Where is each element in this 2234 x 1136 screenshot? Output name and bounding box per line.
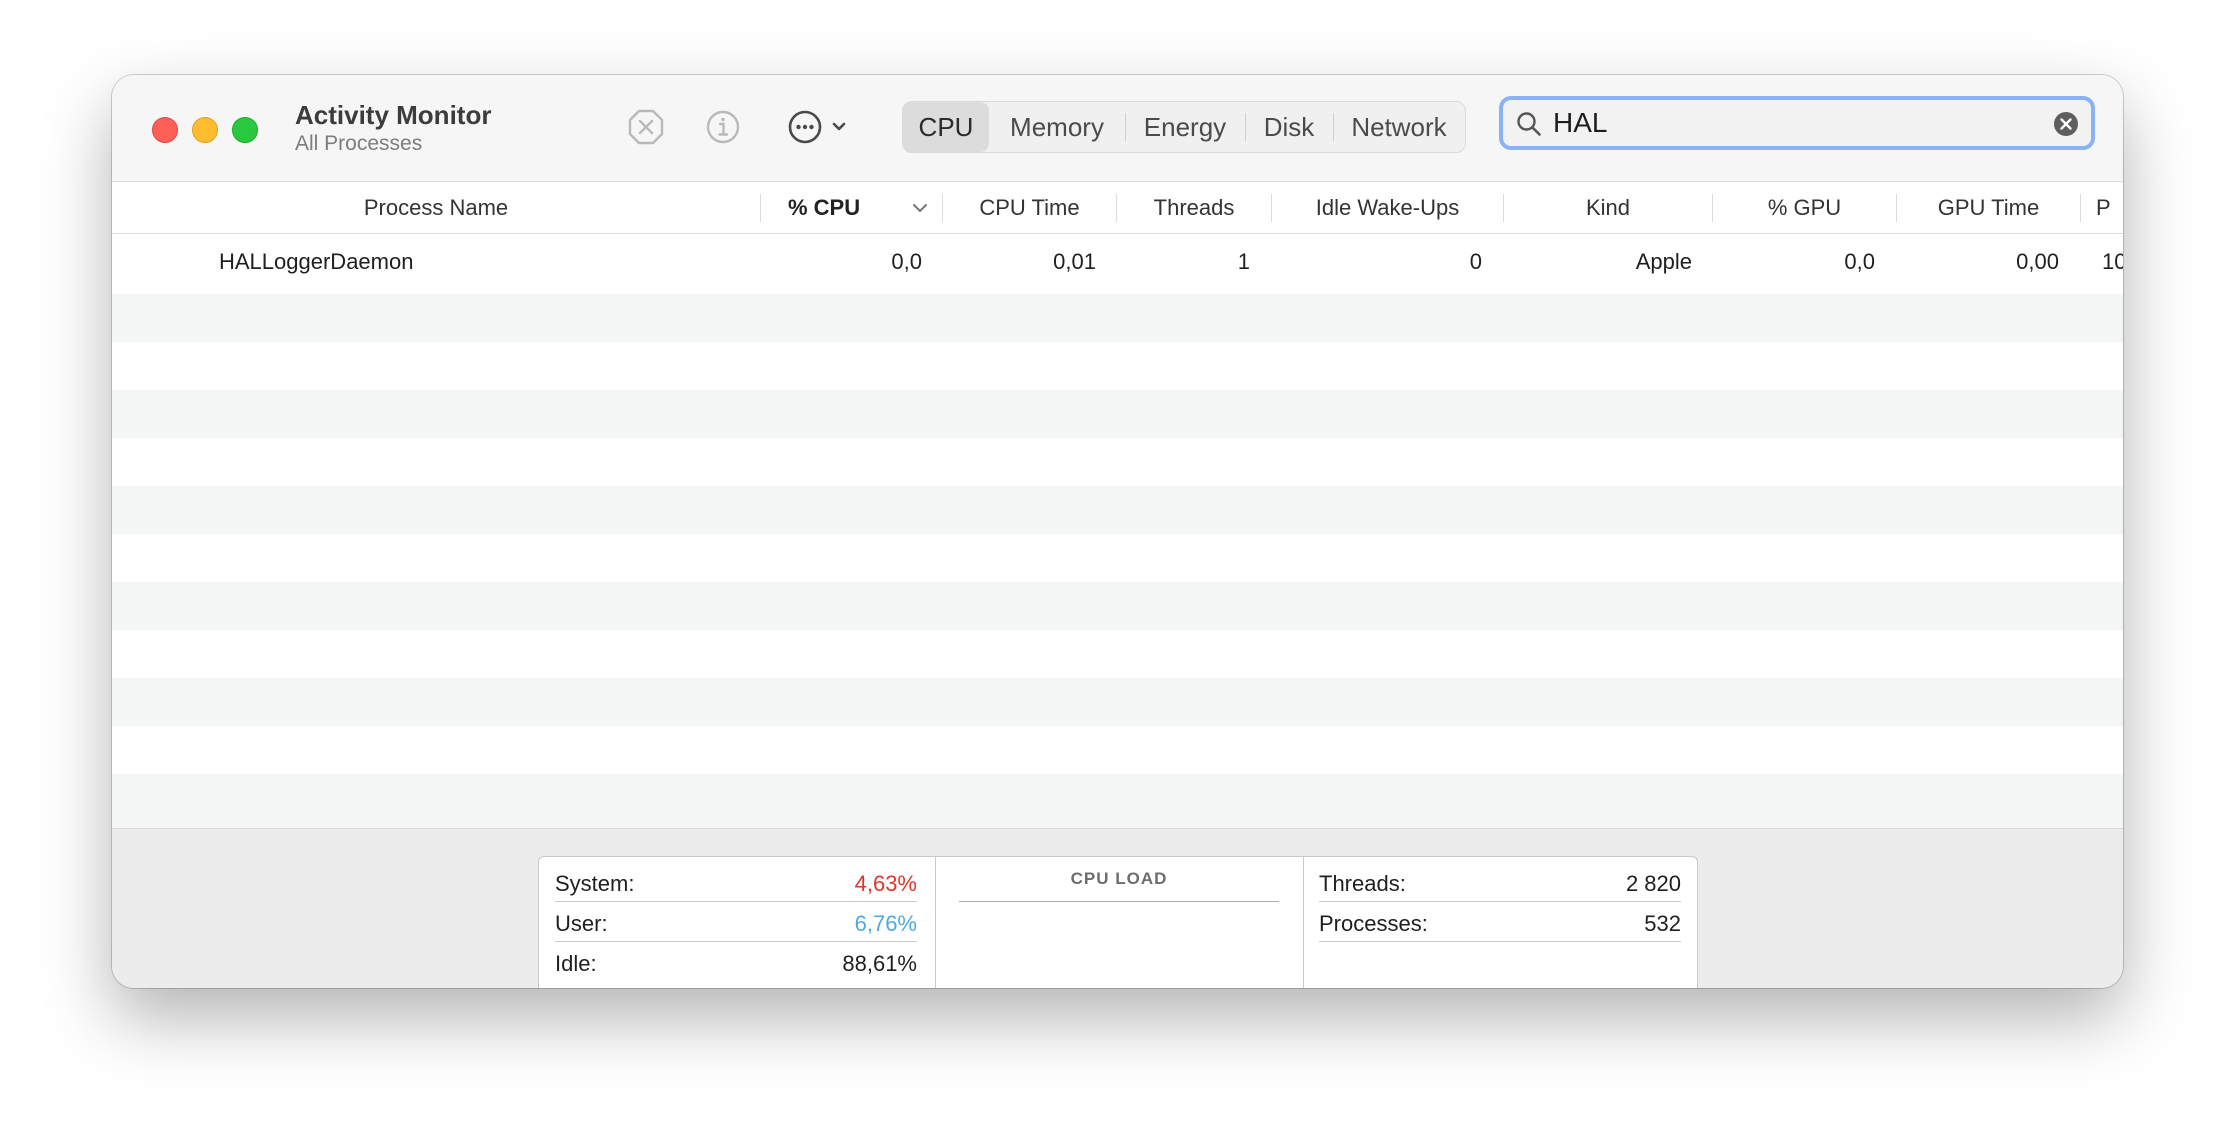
idle-value: 88,61% [842, 951, 917, 976]
empty-row [112, 486, 2123, 534]
cell-kind: Apple [1635, 249, 1692, 274]
close-window-button[interactable] [152, 117, 178, 143]
cell-process-name: HALLoggerDaemon [219, 249, 414, 274]
view-tabs: CPU Memory Energy Disk Network [902, 101, 1466, 153]
toolbar: Activity Monitor All Processes CPU Memor… [112, 75, 2123, 182]
cell-gpu-time: 0,00 [2016, 249, 2059, 274]
empty-row [112, 534, 2123, 582]
more-options-icon [788, 110, 846, 144]
cell-idle-wake-ups: 0 [1469, 249, 1482, 274]
cpu-load-title: CPU LOAD [1070, 869, 1168, 888]
cpu-usage-panel: System: 4,63% User: 6,76% Idle: 88,61% [539, 857, 936, 988]
table-header: Process Name % CPU CPU Time Threads Idle… [112, 182, 2123, 234]
column-header-threads[interactable]: Threads [1117, 182, 1271, 233]
system-label: System: [555, 871, 635, 896]
table-row[interactable]: HALLoggerDaemon 0,0 0,01 1 0 Apple 0,0 0… [112, 234, 2123, 282]
column-header-pid[interactable]: P [2096, 182, 2123, 233]
tab-energy[interactable]: Energy [1125, 102, 1245, 152]
threads-stat: Threads: 2 820 [1319, 861, 1681, 902]
cell-threads: 1 [1237, 249, 1250, 274]
empty-row [112, 582, 2123, 630]
cell-cpu-percent: 0,0 [891, 249, 922, 274]
tab-network[interactable]: Network [1333, 102, 1465, 152]
cpu-stats-box: System: 4,63% User: 6,76% Idle: 88,61% C… [538, 856, 1698, 988]
column-header-cpu-time[interactable]: CPU Time [943, 182, 1116, 233]
inspect-process-button[interactable] [703, 107, 743, 147]
empty-row [112, 342, 2123, 390]
minimize-window-button[interactable] [192, 117, 218, 143]
column-header-gpu-percent[interactable]: % GPU [1713, 182, 1896, 233]
column-divider[interactable] [760, 194, 761, 222]
empty-row [112, 774, 2123, 828]
column-header-process-name[interactable]: Process Name [112, 182, 760, 233]
column-header-kind[interactable]: Kind [1504, 182, 1712, 233]
processes-stat: Processes: 532 [1319, 901, 1681, 942]
search-field[interactable] [1499, 96, 2095, 150]
search-input[interactable] [1553, 100, 2033, 146]
stop-process-button[interactable] [626, 107, 666, 147]
system-value: 4,63% [854, 871, 917, 896]
threads-label: Threads: [1319, 871, 1406, 896]
cpu-load-divider [959, 901, 1279, 902]
cell-gpu-percent: 0,0 [1844, 249, 1875, 274]
idle-stat: Idle: 88,61% [555, 941, 917, 981]
column-divider[interactable] [2080, 194, 2081, 222]
cpu-load-panel: CPU LOAD [935, 857, 1304, 988]
cpu-load-graph [939, 963, 1297, 988]
clear-search-icon[interactable] [2053, 111, 2079, 137]
empty-row [112, 390, 2123, 438]
user-stat: User: 6,76% [555, 901, 917, 942]
processes-value: 532 [1644, 911, 1681, 936]
system-stat: System: 4,63% [555, 861, 917, 902]
process-count-panel: Threads: 2 820 Processes: 532 [1303, 857, 1697, 988]
stats-area: System: 4,63% User: 6,76% Idle: 88,61% C… [112, 828, 2123, 988]
idle-label: Idle: [555, 951, 597, 976]
user-label: User: [555, 911, 608, 936]
info-icon [706, 110, 740, 144]
magnifier-icon [1517, 112, 1541, 136]
column-header-idle-wake-ups[interactable]: Idle Wake-Ups [1272, 182, 1503, 233]
window-title: Activity Monitor [295, 100, 492, 130]
stop-process-icon [628, 109, 664, 145]
more-options-button[interactable] [785, 107, 857, 147]
threads-value: 2 820 [1625, 871, 1681, 896]
user-value: 6,76% [854, 911, 917, 936]
processes-label: Processes: [1319, 911, 1428, 936]
process-table: HALLoggerDaemon 0,0 0,01 1 0 Apple 0,0 0… [112, 234, 2123, 828]
sort-descending-icon [913, 204, 927, 212]
window-subtitle: All Processes [295, 132, 423, 155]
empty-row [112, 726, 2123, 774]
tab-disk[interactable]: Disk [1245, 102, 1333, 152]
empty-row [112, 678, 2123, 726]
empty-row [112, 294, 2123, 342]
activity-monitor-window: Activity Monitor All Processes CPU Memor… [112, 75, 2123, 988]
zoom-window-button[interactable] [232, 117, 258, 143]
empty-row [112, 630, 2123, 678]
column-header-gpu-time[interactable]: GPU Time [1897, 182, 2080, 233]
cell-cpu-time: 0,01 [1053, 249, 1096, 274]
empty-row [112, 438, 2123, 486]
cell-pid: 10 [2102, 249, 2123, 274]
tab-cpu[interactable]: CPU [903, 102, 989, 152]
tab-memory[interactable]: Memory [989, 102, 1125, 152]
